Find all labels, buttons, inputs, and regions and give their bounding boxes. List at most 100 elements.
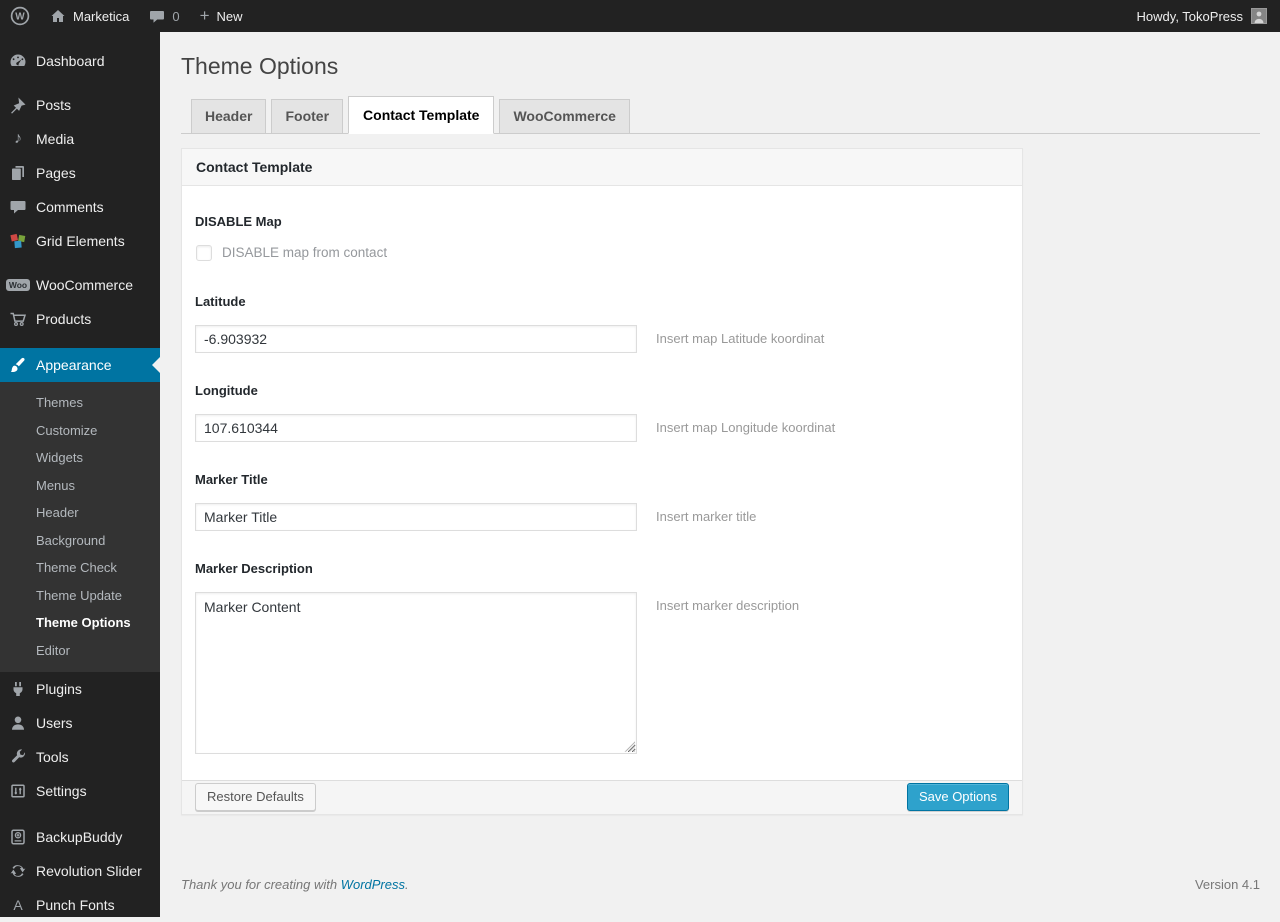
sidebar-item-label: Settings (36, 783, 87, 799)
refresh-arrows-icon (8, 861, 28, 881)
longitude-input[interactable] (195, 413, 637, 442)
user-icon (8, 713, 28, 733)
appearance-submenu: Themes Customize Widgets Menus Header Ba… (0, 382, 160, 672)
main-content: Theme Options Header Footer Contact Temp… (160, 0, 1280, 904)
pin-icon (8, 95, 28, 115)
woo-badge-icon: Woo (5, 275, 31, 295)
sidebar-item-label: Plugins (36, 681, 82, 697)
sidebar-item-tools[interactable]: Tools (0, 740, 160, 774)
howdy-account-menu[interactable]: Howdy, TokoPress (1137, 0, 1280, 32)
tab-woocommerce[interactable]: WooCommerce (499, 98, 630, 133)
admin-bar-left: W Marketica 0 + New (0, 0, 253, 32)
pages-icon (8, 163, 28, 183)
tab-bar: Header Footer Contact Template WooCommer… (181, 95, 1260, 134)
menu-separator (0, 258, 160, 268)
backup-drive-icon (8, 827, 28, 847)
sidebar-item-dashboard[interactable]: Dashboard (0, 44, 160, 78)
new-content-menu[interactable]: + New (190, 0, 253, 32)
sidebar-item-label: Users (36, 715, 73, 731)
field-longitude: Longitude Insert map Longitude koordinat (195, 383, 1009, 442)
sliders-icon (8, 781, 28, 801)
field-hint: Insert map Longitude koordinat (656, 419, 836, 435)
disable-map-checkbox[interactable] (196, 244, 212, 261)
tab-contact-template[interactable]: Contact Template (348, 95, 495, 134)
panel-title: Contact Template (182, 148, 1022, 186)
save-options-button[interactable]: Save Options (906, 783, 1009, 811)
site-name: Marketica (73, 8, 130, 24)
submenu-item-theme-options[interactable]: Theme Options (0, 609, 160, 637)
sidebar-item-appearance[interactable]: Appearance (0, 348, 160, 382)
wordpress-link[interactable]: WordPress (341, 877, 405, 892)
field-latitude: Latitude Insert map Latitude koordinat (195, 294, 1009, 353)
submenu-item-theme-check[interactable]: Theme Check (0, 554, 160, 582)
page-footer: Thank you for creating with WordPress. V… (181, 877, 1260, 904)
sidebar-item-users[interactable]: Users (0, 706, 160, 740)
comment-count: 0 (172, 8, 180, 24)
submenu-item-customize[interactable]: Customize (0, 417, 160, 445)
plus-icon: + (199, 5, 210, 25)
tab-footer[interactable]: Footer (271, 98, 344, 133)
version-text: Version 4.1 (1194, 876, 1260, 892)
sidebar-item-posts[interactable]: Posts (0, 88, 160, 122)
letter-a-icon: A (13, 897, 23, 913)
field-hint: Insert marker description (656, 597, 800, 613)
sidebar-item-plugins[interactable]: Plugins (0, 672, 160, 706)
sidebar-item-grid-elements[interactable]: Grid Elements (0, 224, 160, 258)
field-disable-map: DISABLE Map DISABLE map from contact (195, 214, 1009, 261)
avatar (1251, 8, 1267, 24)
comment-icon (8, 197, 28, 217)
sidebar-item-label: Pages (36, 165, 76, 181)
svg-text:W: W (15, 12, 25, 23)
sidebar-item-label: Grid Elements (36, 233, 125, 249)
field-label: DISABLE Map (195, 213, 282, 229)
submenu-item-background[interactable]: Background (0, 527, 160, 555)
submenu-item-header[interactable]: Header (0, 499, 160, 527)
field-marker-title: Marker Title Insert marker title (195, 472, 1009, 531)
menu-separator (0, 336, 160, 348)
submenu-item-menus[interactable]: Menus (0, 472, 160, 500)
sidebar-item-label: Dashboard (36, 53, 105, 69)
sidebar-item-revolution-slider[interactable]: Revolution Slider (0, 854, 160, 888)
howdy-text: Howdy, TokoPress (1136, 8, 1243, 24)
submenu-item-theme-update[interactable]: Theme Update (0, 582, 160, 610)
wordpress-logo-icon: W (10, 6, 30, 26)
sidebar-item-settings[interactable]: Settings (0, 774, 160, 808)
sidebar-item-woocommerce[interactable]: Woo WooCommerce (0, 268, 160, 302)
submenu-item-themes[interactable]: Themes (0, 389, 160, 417)
submenu-item-editor[interactable]: Editor (0, 637, 160, 665)
panel-body: DISABLE Map DISABLE map from contact Lat… (182, 186, 1022, 780)
marker-title-input[interactable] (195, 502, 637, 531)
field-label: Marker Description (195, 560, 313, 576)
sidebar-item-media[interactable]: ♪ Media (0, 122, 160, 156)
wrench-icon (8, 747, 28, 767)
sidebar-item-label: Posts (36, 97, 72, 113)
marker-description-textarea[interactable]: Marker Content (195, 591, 637, 754)
sidebar-item-label: Tools (36, 749, 69, 765)
restore-defaults-button[interactable]: Restore Defaults (195, 783, 316, 811)
sidebar-item-label: Appearance (36, 357, 112, 373)
menu-separator (0, 808, 160, 820)
field-hint: Insert map Latitude koordinat (656, 330, 825, 346)
field-hint: Insert marker title (656, 508, 757, 524)
plug-icon (8, 679, 28, 699)
comments-menu[interactable]: 0 (139, 0, 189, 32)
new-label: New (216, 8, 243, 24)
tab-header[interactable]: Header (191, 98, 267, 133)
sidebar-item-label: Revolution Slider (36, 863, 142, 879)
field-label: Longitude (195, 382, 258, 398)
site-name-menu[interactable]: Marketica (40, 0, 139, 32)
cart-icon (8, 309, 28, 329)
admin-sidebar: Dashboard Posts ♪ Media Pages Comments G… (0, 32, 160, 917)
sidebar-item-pages[interactable]: Pages (0, 156, 160, 190)
sidebar-item-backupbuddy[interactable]: BackupBuddy (0, 820, 160, 854)
wordpress-logo-menu[interactable]: W (0, 0, 40, 32)
latitude-input[interactable] (195, 324, 637, 353)
sidebar-item-label: Comments (36, 199, 104, 215)
grid-pinwheel-icon (8, 231, 28, 251)
menu-separator (0, 78, 160, 88)
dashboard-icon (8, 51, 28, 71)
sidebar-item-products[interactable]: Products (0, 302, 160, 336)
submenu-item-widgets[interactable]: Widgets (0, 444, 160, 472)
field-label: Latitude (195, 293, 246, 309)
sidebar-item-comments[interactable]: Comments (0, 190, 160, 224)
